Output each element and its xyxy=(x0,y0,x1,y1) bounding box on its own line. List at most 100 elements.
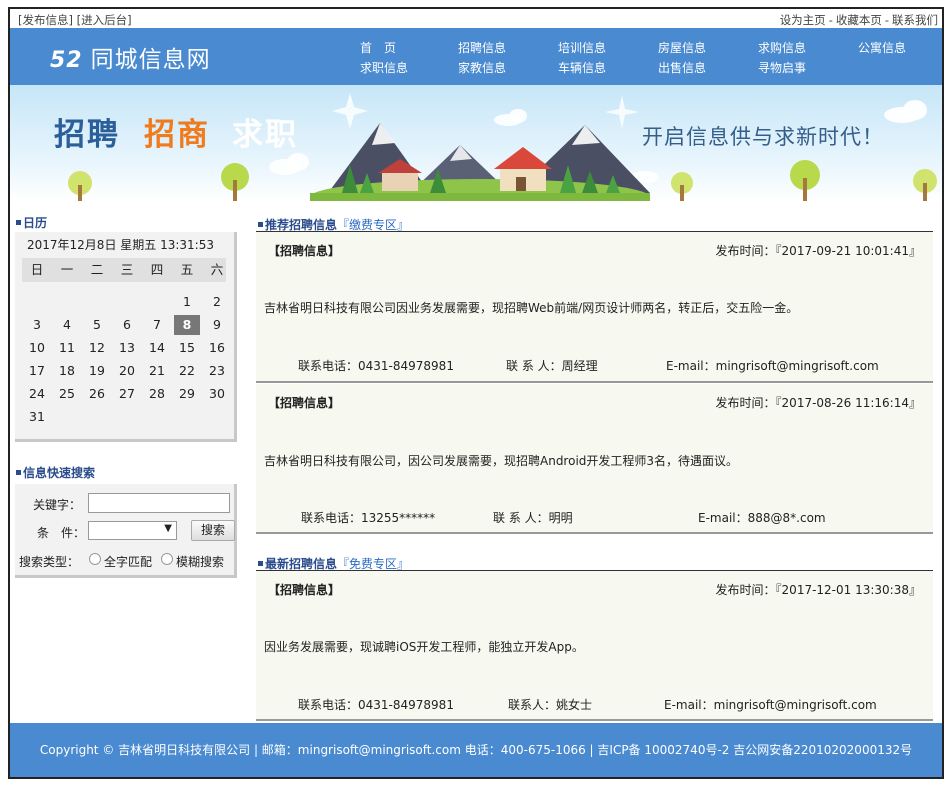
calendar-day[interactable]: 20 xyxy=(114,361,140,381)
calendar-day[interactable]: 28 xyxy=(144,384,170,404)
search-button[interactable]: 搜索 xyxy=(191,520,235,541)
banner-word-job-seek: 求职 xyxy=(232,117,298,153)
contact-us-link[interactable]: 联系我们 xyxy=(892,13,938,27)
calendar-day[interactable]: 14 xyxy=(144,338,170,358)
search-title: 信息快速搜索 xyxy=(16,464,95,481)
site-logo[interactable]: 52 同城信息网 xyxy=(50,40,211,74)
calendar-weekday: 六 xyxy=(210,262,224,277)
banner-word-recruit: 招聘 xyxy=(54,117,120,153)
exact-match-label: 全字匹配 xyxy=(104,555,153,569)
dropdown-arrow-icon: ▼ xyxy=(164,523,172,534)
calendar-weekday: 日 xyxy=(30,262,44,277)
calendar-weekday: 一 xyxy=(60,262,74,277)
condition-select[interactable]: ▼ xyxy=(88,521,177,540)
nav-apartment[interactable]: 公寓信息 xyxy=(858,39,906,56)
job-time: 发布时间：『2017-08-26 11:16:14』 xyxy=(715,396,921,410)
calendar-day[interactable]: 11 xyxy=(54,338,80,358)
recommended-title-text: 推荐招聘信息 xyxy=(265,218,338,232)
nav-purchase[interactable]: 求购信息 xyxy=(758,39,806,56)
bullet-icon xyxy=(258,222,263,227)
calendar-day[interactable]: 4 xyxy=(54,315,80,335)
calendar-day[interactable]: 31 xyxy=(24,407,50,427)
nav-housing[interactable]: 房屋信息 xyxy=(658,39,706,56)
calendar-day[interactable]: 1 xyxy=(174,292,200,312)
calendar-day[interactable]: 15 xyxy=(174,338,200,358)
calendar-weekday: 二 xyxy=(90,262,104,277)
calendar-day[interactable]: 6 xyxy=(114,315,140,335)
calendar-day[interactable]: 10 xyxy=(24,338,50,358)
calendar-day[interactable]: 19 xyxy=(84,361,110,381)
calendar-day[interactable]: 30 xyxy=(204,384,230,404)
calendar-day[interactable]: 17 xyxy=(24,361,50,381)
banner-word-investment: 招商 xyxy=(144,117,210,153)
search-panel: 关键字： 条 件： ▼ 搜索 搜索类型： 全字匹配 模糊搜索 xyxy=(15,484,237,578)
fuzzy-search-radio[interactable] xyxy=(161,553,173,565)
job-card: 【招聘信息】 发布时间：『2017-08-26 11:16:14』 吉林省明日科… xyxy=(256,384,933,534)
bookmark-link[interactable]: 收藏本页 xyxy=(836,13,882,27)
job-type: 【招聘信息】 xyxy=(268,396,341,410)
page-frame: [发布信息] [进入后台] 设为主页 - 收藏本页 - 联系我们 52 同城信息网 首 页… xyxy=(8,7,944,779)
nav-sale[interactable]: 出售信息 xyxy=(658,59,706,76)
calendar-day[interactable]: 5 xyxy=(84,315,110,335)
nav-training[interactable]: 培训信息 xyxy=(558,39,606,56)
calendar-day[interactable]: 24 xyxy=(24,384,50,404)
job-description[interactable]: 吉林省明日科技有限公司因业务发展需要，现招聘Web前端/网页设计师两名，转正后，… xyxy=(264,299,798,316)
calendar-day[interactable]: 26 xyxy=(84,384,110,404)
calendar-day[interactable]: 29 xyxy=(174,384,200,404)
job-phone: 联系电话：13255****** xyxy=(301,511,436,525)
calendar-day[interactable]: 16 xyxy=(204,338,230,358)
job-email: E-mail：mingrisoft@mingrisoft.com xyxy=(666,359,879,373)
keyword-label: 关键字： xyxy=(33,498,82,512)
job-type: 【招聘信息】 xyxy=(268,244,341,258)
calendar-widget: 2017年12月8日 星期五 13:31:53 日一二三四五六 12345678… xyxy=(15,232,237,442)
job-contact: 联 系 人：周经理 xyxy=(506,359,598,373)
publish-info-link[interactable]: [发布信息] xyxy=(18,13,73,27)
top-bar: [发布信息] [进入后台] 设为主页 - 收藏本页 - 联系我们 xyxy=(10,9,942,28)
job-description[interactable]: 因业务发展需要，现诚聘iOS开发工程师，能独立开发App。 xyxy=(264,638,584,655)
calendar-day[interactable]: 3 xyxy=(24,315,50,335)
banner-slogan: 开启信息供与求新时代！ xyxy=(642,125,884,149)
latest-tag[interactable]: 『免费专区』 xyxy=(337,557,409,571)
calendar-day[interactable]: 13 xyxy=(114,338,140,358)
calendar-day[interactable]: 18 xyxy=(54,361,80,381)
calendar-weekday: 三 xyxy=(120,262,134,277)
latest-title-text: 最新招聘信息 xyxy=(265,557,338,571)
recommended-tag[interactable]: 『缴费专区』 xyxy=(337,218,409,232)
calendar-day[interactable]: 22 xyxy=(174,361,200,381)
separator: - xyxy=(828,13,833,27)
calendar-today[interactable]: 8 xyxy=(174,315,200,335)
nav-recruit[interactable]: 招聘信息 xyxy=(458,39,506,56)
job-description[interactable]: 吉林省明日科技有限公司，因公司发展需要，现招聘Android开发工程师3名，待遇… xyxy=(264,452,738,469)
job-contact: 联 系 人：明明 xyxy=(493,511,573,525)
nav-tutor[interactable]: 家教信息 xyxy=(458,59,506,76)
fuzzy-search-label: 模糊搜索 xyxy=(176,555,225,569)
enter-admin-link[interactable]: [进入后台] xyxy=(77,13,132,27)
exact-match-radio[interactable] xyxy=(89,553,101,565)
job-phone: 联系电话：0431-84978981 xyxy=(298,698,454,712)
calendar-day[interactable]: 7 xyxy=(144,315,170,335)
calendar-day[interactable]: 12 xyxy=(84,338,110,358)
calendar-day[interactable]: 2 xyxy=(204,292,230,312)
calendar-day[interactable]: 25 xyxy=(54,384,80,404)
calendar-day[interactable]: 9 xyxy=(204,315,230,335)
nav-vehicle[interactable]: 车辆信息 xyxy=(558,59,606,76)
calendar-day[interactable]: 27 xyxy=(114,384,140,404)
condition-label: 条 件： xyxy=(37,526,86,540)
set-home-link[interactable]: 设为主页 xyxy=(780,13,826,27)
bullet-icon xyxy=(16,220,21,225)
calendar-day[interactable]: 21 xyxy=(144,361,170,381)
nav-home[interactable]: 首 页 xyxy=(360,39,396,56)
nav-lost-found[interactable]: 寻物启事 xyxy=(758,59,806,76)
calendar-title: 日历 xyxy=(16,214,47,231)
calendar-weekday-header: 日一二三四五六 xyxy=(22,258,226,282)
search-type-label: 搜索类型： xyxy=(19,555,80,569)
job-time: 发布时间：『2017-12-01 13:30:38』 xyxy=(715,583,921,597)
main-nav: 52 同城信息网 首 页 求职信息 招聘信息 家教信息 培训信息 车辆信息 房屋信… xyxy=(10,28,942,85)
calendar-datetime: 2017年12月8日 星期五 13:31:53 xyxy=(27,238,214,252)
nav-job-seek[interactable]: 求职信息 xyxy=(360,59,408,76)
logo-number: 52 xyxy=(50,48,83,73)
search-title-text: 信息快速搜索 xyxy=(23,466,96,480)
calendar-weekday: 四 xyxy=(150,262,164,277)
keyword-input[interactable] xyxy=(88,493,230,513)
calendar-day[interactable]: 23 xyxy=(204,361,230,381)
